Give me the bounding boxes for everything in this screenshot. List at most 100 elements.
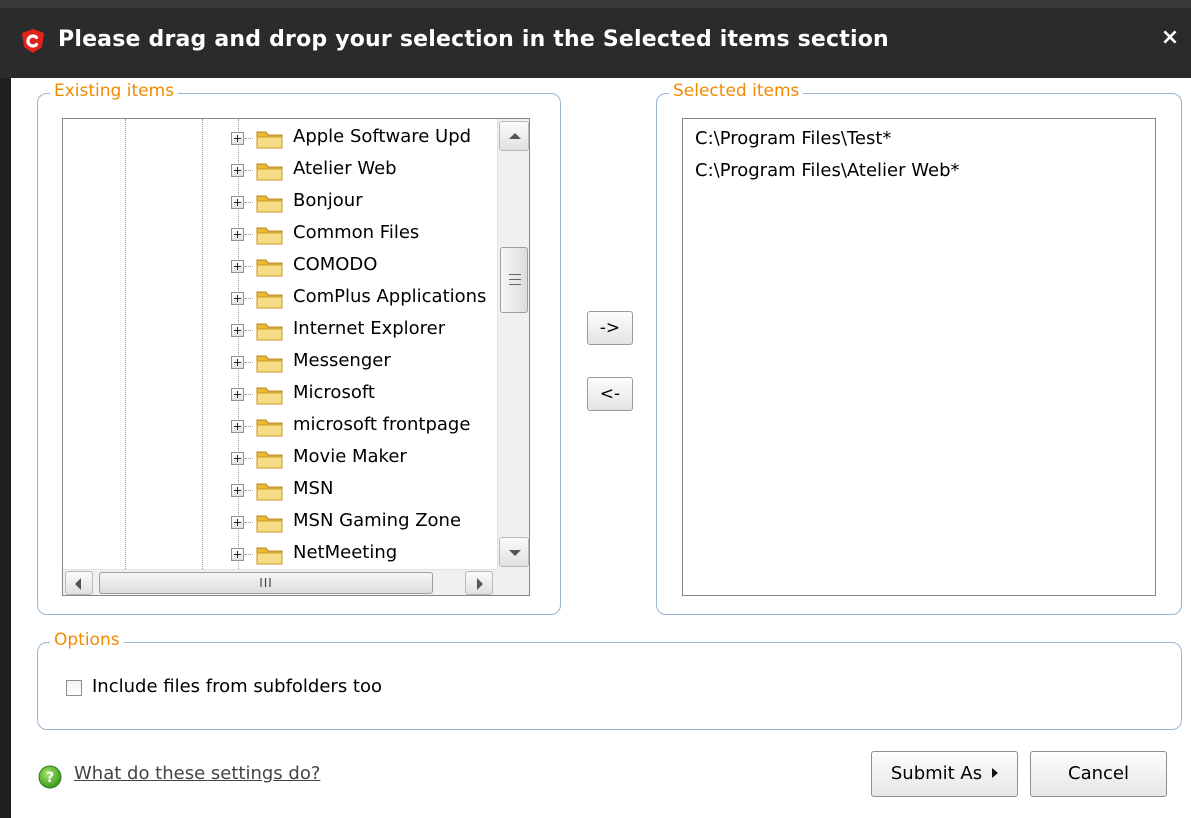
folder-icon xyxy=(256,131,283,149)
grip-line xyxy=(509,274,521,275)
arrow-right-icon xyxy=(477,578,483,590)
include-subfolders-checkbox[interactable] xyxy=(66,680,82,696)
tree-item[interactable]: ComPlus Applications xyxy=(231,283,497,315)
tree-item-label: Common Files xyxy=(293,222,420,243)
tree-item[interactable]: Atelier Web xyxy=(231,155,497,187)
expand-plus-icon[interactable] xyxy=(231,516,244,529)
scroll-corner xyxy=(497,569,529,595)
expand-plus-icon[interactable] xyxy=(231,324,244,337)
submit-as-button[interactable]: Submit As xyxy=(871,751,1018,797)
tree-item[interactable]: Apple Software Upd xyxy=(231,123,497,155)
selected-items-list[interactable]: C:\Program Files\Test* C:\Program Files\A… xyxy=(682,118,1156,596)
tree-connector-line xyxy=(245,490,253,491)
expand-plus-icon[interactable] xyxy=(231,548,244,561)
expand-plus-icon[interactable] xyxy=(231,420,244,433)
expand-plus-icon[interactable] xyxy=(231,196,244,209)
tree-connector-line xyxy=(245,522,253,523)
tree-item-label: microsoft frontpage xyxy=(293,414,471,435)
folder-icon xyxy=(256,195,283,213)
expand-plus-icon[interactable] xyxy=(231,452,244,465)
arrow-up-icon xyxy=(509,133,521,139)
folder-icon xyxy=(256,419,283,437)
tree-item-label: ComPlus Applications xyxy=(293,286,487,307)
dropdown-arrow-icon xyxy=(992,768,999,778)
scroll-down-button[interactable] xyxy=(499,537,529,567)
tree-item[interactable]: Internet Explorer xyxy=(231,315,497,347)
vertical-scrollbar[interactable] xyxy=(497,119,529,569)
tree-item[interactable]: MSN xyxy=(231,475,497,507)
selected-items-legend: Selected items xyxy=(669,81,804,101)
folder-icon xyxy=(256,259,283,277)
help-link[interactable]: What do these settings do? xyxy=(74,763,320,784)
expand-plus-icon[interactable] xyxy=(231,164,244,177)
folder-icon xyxy=(256,291,283,309)
folder-icon xyxy=(256,323,283,341)
expand-plus-icon[interactable] xyxy=(231,260,244,273)
tree-item-label: NetMeeting xyxy=(293,542,398,563)
tree-connector-line xyxy=(245,298,253,299)
expand-plus-icon[interactable] xyxy=(231,292,244,305)
window-edge xyxy=(0,78,11,818)
remove-from-selection-button[interactable]: <- xyxy=(587,377,633,411)
tree-item[interactable]: NetMeeting xyxy=(231,539,497,569)
expand-plus-icon[interactable] xyxy=(231,132,244,145)
tree-item-label: Microsoft xyxy=(293,382,375,403)
tree-connector-line xyxy=(245,426,253,427)
tree-connector-line xyxy=(245,458,253,459)
existing-items-legend: Existing items xyxy=(50,81,179,101)
selected-list-item[interactable]: C:\Program Files\Test* xyxy=(695,123,1143,155)
tree-connector-line xyxy=(245,554,253,555)
tree-item[interactable]: Microsoft xyxy=(231,379,497,411)
expand-plus-icon[interactable] xyxy=(231,388,244,401)
folder-icon xyxy=(256,451,283,469)
title-bar[interactable]: Please drag and drop your selection in t… xyxy=(0,0,1191,78)
tree-connector-line xyxy=(245,394,253,395)
tree-item[interactable]: COMODO xyxy=(231,251,497,283)
tree-item-label: COMODO xyxy=(293,254,378,275)
scroll-grip: III xyxy=(259,576,273,590)
tree-item[interactable]: Common Files xyxy=(231,219,497,251)
comodo-logo-icon xyxy=(22,29,44,53)
expand-plus-icon[interactable] xyxy=(231,356,244,369)
tree-rows: Apple Software Upd Atelier Web Bonjour Comm… xyxy=(63,119,497,569)
tree-item-label: Atelier Web xyxy=(293,158,397,179)
tree-connector-line xyxy=(245,330,253,331)
horizontal-scrollbar[interactable]: III xyxy=(63,569,497,595)
scroll-right-button[interactable] xyxy=(465,571,493,595)
help-icon[interactable]: ? xyxy=(38,765,62,789)
tree-item-label: MSN xyxy=(293,478,334,499)
tree-connector-line xyxy=(245,170,253,171)
tree-item-label: Movie Maker xyxy=(293,446,407,467)
folder-icon xyxy=(256,163,283,181)
tree-connector-line xyxy=(245,202,253,203)
folder-icon xyxy=(256,515,283,533)
arrow-down-icon xyxy=(509,550,521,556)
tree-connector-line xyxy=(245,138,253,139)
expand-plus-icon[interactable] xyxy=(231,228,244,241)
tree-item-label: Apple Software Upd xyxy=(293,126,472,147)
scroll-up-button[interactable] xyxy=(499,121,529,151)
tree-item[interactable]: Messenger xyxy=(231,347,497,379)
expand-plus-icon[interactable] xyxy=(231,484,244,497)
tree-item-label: Bonjour xyxy=(293,190,363,211)
dialog-window: Please drag and drop your selection in t… xyxy=(0,0,1191,818)
add-to-selection-button[interactable]: -> xyxy=(587,311,633,345)
tree-item[interactable]: microsoft frontpage xyxy=(231,411,497,443)
folder-icon xyxy=(256,387,283,405)
folder-icon xyxy=(256,355,283,373)
vertical-scroll-thumb[interactable] xyxy=(500,247,528,313)
tree-connector-line xyxy=(245,234,253,235)
horizontal-scroll-thumb[interactable]: III xyxy=(99,572,433,594)
close-button[interactable]: × xyxy=(1158,26,1182,50)
scroll-left-button[interactable] xyxy=(65,571,93,595)
existing-items-tree[interactable]: Apple Software Upd Atelier Web Bonjour Comm… xyxy=(62,118,530,596)
tree-item-label: Messenger xyxy=(293,350,391,371)
selected-list-item[interactable]: C:\Program Files\Atelier Web* xyxy=(695,155,1143,187)
arrow-left-icon xyxy=(75,578,81,590)
include-subfolders-label[interactable]: Include files from subfolders too xyxy=(92,676,382,697)
cancel-button[interactable]: Cancel xyxy=(1030,751,1167,797)
tree-item[interactable]: Bonjour xyxy=(231,187,497,219)
tree-item[interactable]: MSN Gaming Zone xyxy=(231,507,497,539)
tree-item[interactable]: Movie Maker xyxy=(231,443,497,475)
folder-icon xyxy=(256,547,283,565)
